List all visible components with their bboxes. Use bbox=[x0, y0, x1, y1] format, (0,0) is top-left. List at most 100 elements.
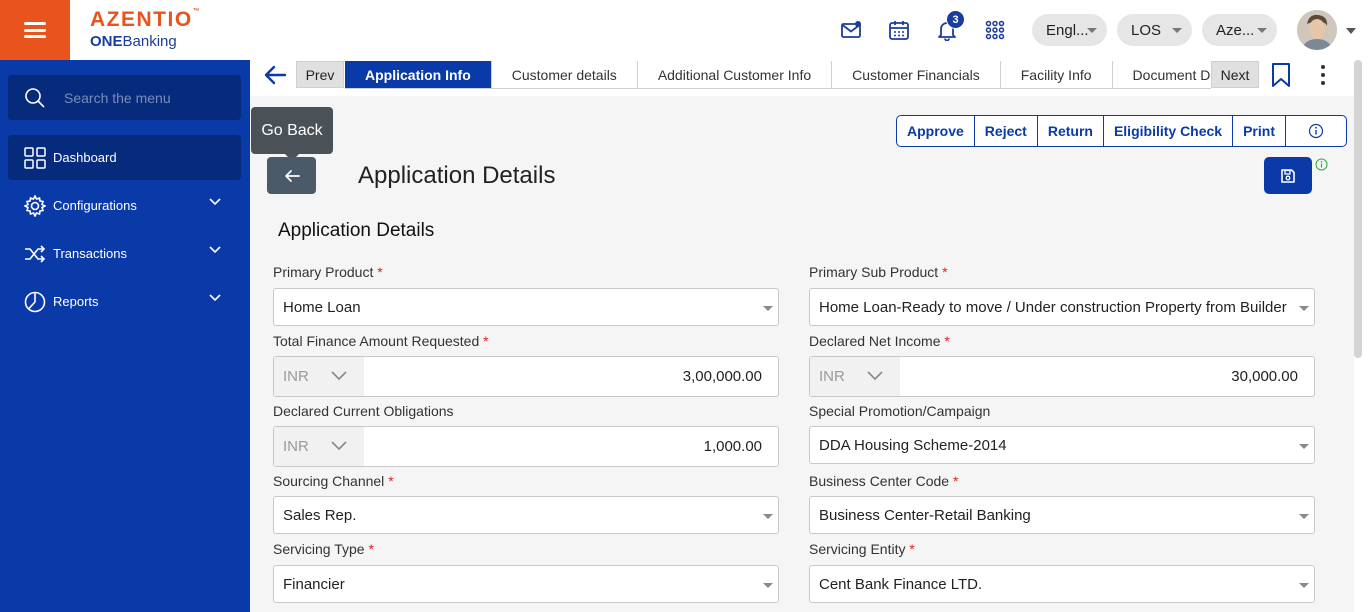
mail-button[interactable] bbox=[839, 18, 863, 42]
page-scrollbar[interactable] bbox=[1354, 60, 1362, 358]
servicing-type-select[interactable]: Financier bbox=[273, 565, 779, 603]
servicing-entity-value: Cent Bank Finance LTD. bbox=[819, 575, 983, 593]
next-tab-button[interactable]: Next bbox=[1211, 61, 1259, 88]
eligibility-check-button[interactable]: Eligibility Check bbox=[1104, 116, 1234, 146]
return-button[interactable]: Return bbox=[1038, 116, 1104, 146]
special-promotion-select[interactable]: DDA Housing Scheme-2014 bbox=[809, 426, 1315, 464]
sourcing-channel-select[interactable]: Sales Rep. bbox=[273, 496, 779, 534]
business-center-code-select[interactable]: Business Center-Retail Banking bbox=[809, 496, 1315, 534]
language-select-value: Engl... bbox=[1046, 21, 1089, 39]
servicing-type-value: Financier bbox=[283, 575, 345, 593]
go-back-tooltip: Go Back bbox=[251, 107, 333, 161]
tab-customer-details[interactable]: Customer details bbox=[491, 61, 638, 89]
bookmark-icon[interactable] bbox=[1271, 62, 1291, 88]
chevron-down-icon bbox=[1299, 514, 1309, 519]
notification-count-badge: 3 bbox=[946, 10, 965, 29]
tab-document-details[interactable]: Document Details bbox=[1112, 61, 1211, 89]
menu-search-input[interactable] bbox=[64, 89, 234, 106]
sidebar-item-reports[interactable]: Reports bbox=[8, 279, 241, 324]
sidebar-item-label: Reports bbox=[53, 294, 99, 309]
info-button[interactable] bbox=[1286, 116, 1346, 146]
primary-product-select[interactable]: Home Loan bbox=[273, 288, 779, 326]
chevron-down-icon bbox=[1257, 28, 1267, 33]
language-select[interactable]: Engl... bbox=[1032, 14, 1107, 46]
chevron-down-icon bbox=[209, 294, 221, 302]
special-promotion-label: Special Promotion/Campaign bbox=[809, 403, 991, 419]
business-center-code-label: Business Center Code * bbox=[809, 473, 959, 489]
print-button[interactable]: Print bbox=[1233, 116, 1286, 146]
declared-obligations-field[interactable]: INR 1,000.00 bbox=[273, 426, 779, 467]
currency-select[interactable]: INR bbox=[274, 427, 364, 466]
logo: AZENTIO™ ONEBanking bbox=[90, 8, 200, 50]
currency-select[interactable]: INR bbox=[810, 357, 900, 396]
save-icon bbox=[1281, 168, 1295, 183]
sidebar-item-configurations[interactable]: Configurations bbox=[8, 183, 241, 228]
declared-obligations-label: Declared Current Obligations bbox=[273, 403, 454, 419]
apps-button[interactable] bbox=[983, 18, 1007, 42]
menu-icon bbox=[24, 22, 46, 38]
declared-net-income-field[interactable]: INR 30,000.00 bbox=[809, 356, 1315, 397]
sidebar-item-dashboard[interactable]: Dashboard bbox=[8, 135, 241, 180]
back-arrow-icon[interactable] bbox=[262, 62, 288, 88]
tab-customer-financials[interactable]: Customer Financials bbox=[832, 61, 1001, 89]
menu-search[interactable] bbox=[8, 75, 241, 120]
approve-button[interactable]: Approve bbox=[897, 116, 975, 146]
reject-button[interactable]: Reject bbox=[975, 116, 1038, 146]
tab-additional-customer-info[interactable]: Additional Customer Info bbox=[637, 61, 833, 89]
go-back-button[interactable] bbox=[267, 157, 316, 194]
chevron-down-icon bbox=[1299, 306, 1309, 311]
total-finance-amount[interactable]: 3,00,000.00 bbox=[364, 357, 778, 396]
tab-strip: Application Info Customer details Additi… bbox=[345, 61, 1211, 89]
calendar-button[interactable] bbox=[887, 18, 911, 42]
sidebar-item-label: Configurations bbox=[53, 198, 137, 213]
prev-tab-button[interactable]: Prev bbox=[296, 61, 344, 88]
primary-sub-product-select[interactable]: Home Loan-Ready to move / Under construc… bbox=[809, 288, 1315, 326]
sourcing-channel-label: Sourcing Channel * bbox=[273, 473, 394, 489]
chevron-down-icon bbox=[331, 371, 347, 381]
servicing-entity-select[interactable]: Cent Bank Finance LTD. bbox=[809, 565, 1315, 603]
gear-icon bbox=[23, 194, 47, 218]
tab-facility-info[interactable]: Facility Info bbox=[1000, 61, 1113, 89]
special-promotion-value: DDA Housing Scheme-2014 bbox=[819, 436, 1007, 454]
total-finance-field[interactable]: INR 3,00,000.00 bbox=[273, 356, 779, 397]
declared-net-income-amount[interactable]: 30,000.00 bbox=[900, 357, 1314, 396]
declared-obligations-amount[interactable]: 1,000.00 bbox=[364, 427, 778, 466]
sourcing-channel-value: Sales Rep. bbox=[283, 506, 357, 524]
info-icon bbox=[1308, 123, 1324, 139]
search-icon bbox=[25, 87, 45, 108]
mail-icon bbox=[841, 21, 861, 38]
tab-application-info[interactable]: Application Info bbox=[345, 61, 492, 89]
sidebar-item-label: Transactions bbox=[53, 246, 127, 261]
servicing-type-label: Servicing Type * bbox=[273, 541, 374, 557]
sidebar-item-transactions[interactable]: Transactions bbox=[8, 231, 241, 276]
chevron-down-icon bbox=[867, 371, 883, 381]
sidebar: Dashboard Configurations Transactions Re… bbox=[0, 60, 250, 612]
chevron-down-icon bbox=[1172, 28, 1182, 33]
module-select[interactable]: LOS bbox=[1117, 14, 1192, 46]
business-center-code-value: Business Center-Retail Banking bbox=[819, 506, 1031, 524]
currency-select[interactable]: INR bbox=[274, 357, 364, 396]
save-button[interactable] bbox=[1264, 157, 1312, 194]
chevron-down-icon bbox=[1299, 583, 1309, 588]
chevron-down-icon bbox=[1299, 444, 1309, 449]
total-finance-label: Total Finance Amount Requested * bbox=[273, 333, 489, 349]
chevron-down-icon bbox=[763, 306, 773, 311]
user-avatar[interactable] bbox=[1297, 10, 1337, 50]
entity-select-value: Aze... bbox=[1216, 21, 1255, 39]
logo-sub: ONEBanking bbox=[90, 33, 177, 50]
more-options-icon[interactable] bbox=[1316, 63, 1330, 87]
scroll-up-caret-icon[interactable] bbox=[1346, 28, 1356, 34]
chevron-down-icon bbox=[763, 583, 773, 588]
primary-product-label: Primary Product * bbox=[273, 264, 383, 280]
entity-select[interactable]: Aze... bbox=[1202, 14, 1277, 46]
chevron-down-icon bbox=[331, 441, 347, 451]
declared-net-income-label: Declared Net Income * bbox=[809, 333, 950, 349]
calendar-icon bbox=[889, 21, 909, 40]
primary-product-value: Home Loan bbox=[283, 298, 361, 316]
chevron-down-icon bbox=[209, 246, 221, 254]
menu-toggle-button[interactable] bbox=[0, 0, 70, 60]
info-icon bbox=[1315, 158, 1328, 171]
primary-sub-product-label: Primary Sub Product * bbox=[809, 264, 948, 280]
apps-grid-icon bbox=[985, 20, 1005, 40]
chevron-down-icon bbox=[763, 514, 773, 519]
